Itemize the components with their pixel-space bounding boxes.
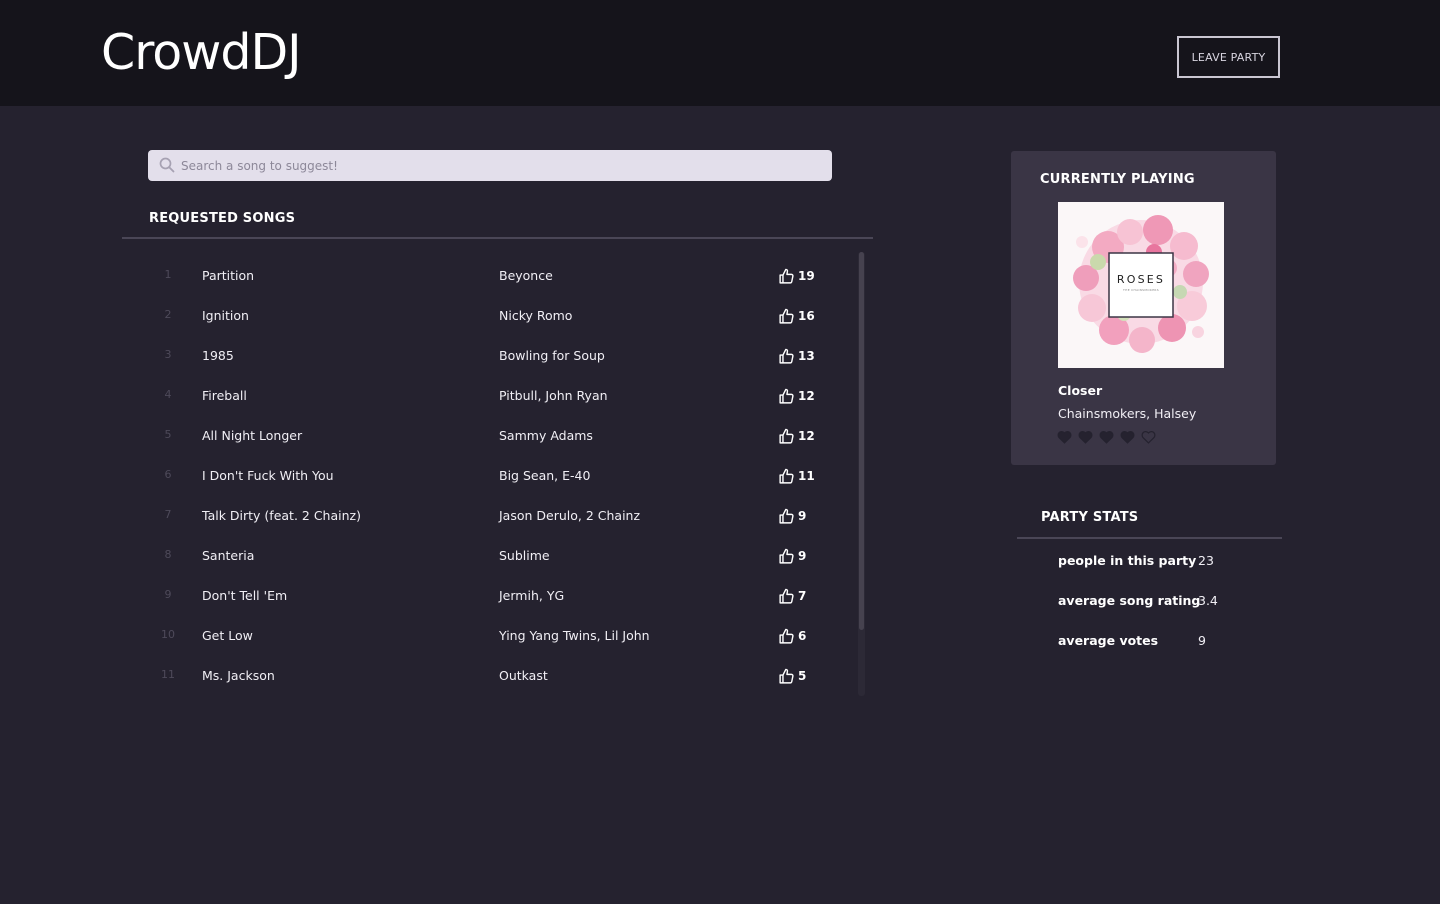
thumbs-up-icon [779,668,794,684]
song-row[interactable]: 4 Fireball Pitbull, John Ryan 12 [0,376,840,416]
heart-filled-icon[interactable] [1057,430,1072,444]
song-row[interactable]: 11 Ms. Jackson Outkast 5 [0,656,840,696]
currently-playing-card: CURRENTLY PLAYING ROSES THE CHAINSMOKERS… [1011,151,1276,465]
requested-songs-title: REQUESTED SONGS [149,211,296,226]
song-rank: 3 [164,348,172,361]
upvote-button[interactable]: 19 [778,266,815,286]
vote-count: 12 [798,389,815,403]
search-icon [159,157,175,173]
song-title: All Night Longer [202,428,303,443]
song-title: Talk Dirty (feat. 2 Chainz) [202,508,361,523]
vote-count: 12 [798,429,815,443]
song-artist: Beyonce [499,268,553,283]
song-artist: Big Sean, E-40 [499,468,591,483]
thumbs-up-icon [779,268,794,284]
song-row[interactable]: 5 All Night Longer Sammy Adams 12 [0,416,840,456]
song-rating [1057,430,1156,444]
song-artist: Jason Derulo, 2 Chainz [499,508,641,523]
scrollbar-thumb[interactable] [859,252,864,630]
upvote-button[interactable]: 13 [778,346,815,366]
heart-outline-icon[interactable] [1141,430,1156,444]
vote-count: 13 [798,349,815,363]
song-row[interactable]: 7 Talk Dirty (feat. 2 Chainz) Jason Derulo… [0,496,840,536]
thumbs-up-icon [779,348,794,364]
stat-row-average-rating: average song rating 3.4 [0,593,1440,613]
song-title: Ignition [202,308,249,323]
heart-filled-icon[interactable] [1078,430,1093,444]
song-row[interactable]: 6 I Don't Fuck With You Big Sean, E-40 11 [0,456,840,496]
search-input[interactable] [181,150,821,181]
thumbs-up-icon [779,468,794,484]
thumbs-up-icon [779,308,794,324]
stat-label: average song rating [1058,593,1201,608]
song-artist: Nicky Romo [499,308,573,323]
upvote-button[interactable]: 12 [778,386,815,406]
song-row[interactable]: 1 Partition Beyonce 19 [0,256,840,296]
stat-label: average votes [1058,633,1159,648]
party-stats-divider [1017,537,1282,539]
vote-count: 16 [798,309,815,323]
song-search-bar[interactable] [148,150,832,181]
song-row[interactable]: 3 1985 Bowling for Soup 13 [0,336,840,376]
song-artist: Sammy Adams [499,428,593,443]
vote-count: 11 [798,469,815,483]
song-title: Partition [202,268,255,283]
stat-row-people: people in this party 23 [0,553,1440,573]
stat-value: 3.4 [1198,593,1218,608]
thumbs-up-icon [779,388,794,404]
song-rank: 7 [164,508,172,521]
heart-filled-icon[interactable] [1120,430,1135,444]
upvote-button[interactable]: 11 [778,466,815,486]
song-rank: 2 [164,308,172,321]
upvote-button[interactable]: 16 [778,306,815,326]
stat-row-average-votes: average votes 9 [0,633,1440,653]
top-bar: CrowdDJ LEAVE PARTY [0,0,1440,106]
requested-songs-divider [122,237,873,239]
app-logo[interactable]: CrowdDJ [101,24,302,81]
song-rank: 11 [161,668,175,681]
album-title-text: ROSES [1117,273,1165,286]
stat-label: people in this party [1058,553,1197,568]
vote-count: 9 [798,509,807,523]
album-cover-image: ROSES THE CHAINSMOKERS [1058,202,1224,368]
party-stats-title: PARTY STATS [1041,510,1139,525]
vote-count: 5 [798,669,807,683]
now-playing-artist: Chainsmokers, Halsey [1058,406,1197,421]
song-list-scrollbar[interactable] [858,252,865,696]
song-title: Ms. Jackson [202,668,275,683]
upvote-button[interactable]: 5 [778,666,806,686]
currently-playing-title: CURRENTLY PLAYING [1040,172,1195,187]
song-rank: 4 [164,388,172,401]
song-rank: 5 [164,428,172,441]
song-title: Fireball [202,388,247,403]
now-playing-song-title: Closer [1058,383,1103,398]
upvote-button[interactable]: 12 [778,426,815,446]
heart-filled-icon[interactable] [1099,430,1114,444]
song-rank: 6 [164,468,172,481]
vote-count: 19 [798,269,815,283]
song-artist: Bowling for Soup [499,348,605,363]
song-title: I Don't Fuck With You [202,468,334,483]
song-artist: Outkast [499,668,548,683]
song-rank: 1 [164,268,172,281]
upvote-button[interactable]: 9 [778,506,806,526]
song-title: 1985 [202,348,234,363]
leave-party-button[interactable]: LEAVE PARTY [1177,36,1280,78]
stat-value: 23 [1198,553,1214,568]
song-artist: Pitbull, John Ryan [499,388,608,403]
thumbs-up-icon [779,428,794,444]
stat-value: 9 [1198,633,1206,648]
album-subtitle-text: THE CHAINSMOKERS [1122,288,1159,292]
album-art: ROSES THE CHAINSMOKERS [1058,202,1224,368]
song-row[interactable]: 2 Ignition Nicky Romo 16 [0,296,840,336]
thumbs-up-icon [779,508,794,524]
